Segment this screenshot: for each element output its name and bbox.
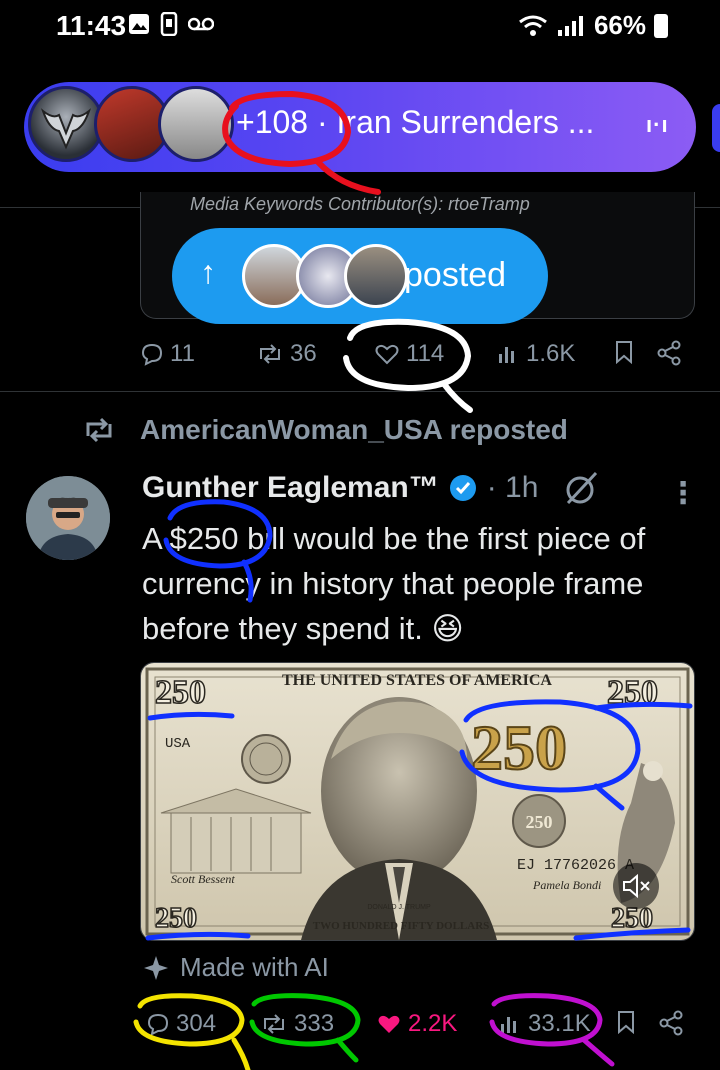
arrow-up-icon: ↑ — [200, 254, 216, 290]
battery-icon — [654, 13, 668, 38]
repost-button[interactable]: 333 — [260, 1010, 334, 1038]
like-button-liked[interactable]: 2.2K — [376, 1010, 457, 1038]
next-pill-edge — [712, 104, 720, 152]
live-pill-text: +108 · Iran Surrenders ... — [236, 104, 595, 140]
divider — [0, 391, 720, 392]
bill-center-denom: 250 — [471, 712, 567, 783]
views-icon — [499, 347, 514, 363]
like-count: 2.2K — [408, 1010, 458, 1037]
bookmark-icon — [618, 1011, 634, 1034]
bull-icon — [40, 108, 92, 150]
heart-icon — [375, 344, 399, 365]
toast-avatar-person — [344, 244, 408, 308]
bookmark-icon — [616, 341, 632, 364]
bill-country: USA — [165, 736, 191, 752]
live-avatar-bull — [28, 86, 104, 162]
wifi-icon — [519, 15, 547, 36]
reply-count: 304 — [176, 1010, 217, 1037]
like-count: 114 — [406, 340, 445, 367]
sparkle-icon — [144, 955, 168, 980]
author-photo — [26, 476, 110, 560]
image-icon — [129, 14, 149, 34]
volume-muted-icon — [623, 873, 650, 899]
grok-icon[interactable] — [562, 470, 602, 506]
bill-corner-denom-tl: 250 — [155, 674, 206, 711]
bookmark-button[interactable] — [616, 1010, 636, 1034]
bill-corner-denom-tr: 250 — [607, 674, 658, 711]
share-button[interactable] — [656, 340, 682, 366]
bookmark-button[interactable] — [614, 340, 634, 364]
status-icons — [128, 12, 214, 36]
repost-header[interactable]: AmericanWoman_USA reposted — [82, 414, 568, 446]
battery-percent: 66% — [593, 10, 646, 40]
yellow-tail-mark — [231, 1037, 251, 1070]
bill-portrait-caption: DONALD J. TRUMP — [367, 904, 431, 911]
audio-wave-icon: ı·ı — [646, 112, 669, 137]
signal-icon — [557, 15, 583, 36]
reply-icon — [141, 343, 163, 366]
toast-label: posted — [404, 256, 507, 294]
heart-filled-icon — [378, 1015, 400, 1033]
repost-icon — [260, 344, 280, 364]
mute-button[interactable] — [613, 863, 659, 909]
phone-icon — [160, 12, 178, 36]
repost-button[interactable]: 36 — [256, 340, 317, 368]
bill-footer: TWO HUNDRED FIFTY DOLLARS — [313, 920, 490, 932]
repost-header-text: AmericanWoman_USA reposted — [140, 414, 568, 445]
repost-count: 333 — [294, 1010, 335, 1037]
repost-count: 36 — [290, 340, 317, 367]
more-options-icon[interactable]: ⋮ — [668, 476, 698, 511]
repost-icon — [86, 417, 112, 443]
views-button[interactable]: 1.6K — [496, 340, 575, 368]
status-time: 11:43 — [56, 10, 127, 41]
author-name[interactable]: Gunther Eagleman™ — [142, 471, 439, 505]
white-tail-mark — [441, 381, 473, 413]
repost-icon — [264, 1014, 284, 1034]
reply-count: 11 — [170, 340, 195, 367]
medallion-denom: 250 — [526, 812, 553, 832]
tweet-text: A $250 bill would be the first piece of … — [142, 521, 646, 646]
status-right: 66% — [518, 10, 668, 41]
views-count: 33.1K — [528, 1010, 591, 1037]
author-line[interactable]: Gunther Eagleman™ · 1h — [142, 470, 602, 506]
like-button[interactable]: 114 — [374, 340, 444, 368]
author-avatar[interactable] — [26, 476, 110, 560]
views-icon — [501, 1017, 516, 1033]
green-tail-mark — [335, 1037, 359, 1063]
bill-signer-left: Scott Bessent — [171, 872, 235, 886]
post-image[interactable]: 250 250 250 250 250 250 THE UNITED STATE… — [140, 662, 695, 941]
views-button[interactable]: 33.1K — [498, 1010, 591, 1038]
share-icon — [659, 1010, 683, 1036]
voicemail-icon — [188, 17, 214, 31]
share-icon — [657, 340, 681, 366]
ai-label-text: Made with AI — [180, 952, 329, 982]
verified-badge-icon — [449, 475, 476, 501]
reply-button[interactable]: 304 — [146, 1010, 216, 1038]
post-time: · 1h — [486, 471, 539, 504]
bill-header: THE UNITED STATES OF AMERICA — [282, 672, 552, 689]
reply-button[interactable]: 11 — [140, 340, 195, 368]
bill-signer-right: Pamela Bondi — [532, 878, 601, 892]
purple-tail-mark — [581, 1037, 615, 1067]
live-avatar-man — [158, 86, 234, 162]
quoted-post-text: Media Keywords Contributor(s): rtoeTramp — [190, 194, 530, 214]
reply-icon — [147, 1013, 169, 1036]
views-count: 1.6K — [526, 340, 576, 367]
made-with-ai-label[interactable]: Made with AI — [142, 952, 329, 983]
bill-corner-denom-bl: 250 — [155, 903, 197, 934]
share-button[interactable] — [658, 1010, 684, 1036]
bill-illustration: 250 250 250 250 250 250 THE UNITED STATE… — [141, 663, 694, 940]
